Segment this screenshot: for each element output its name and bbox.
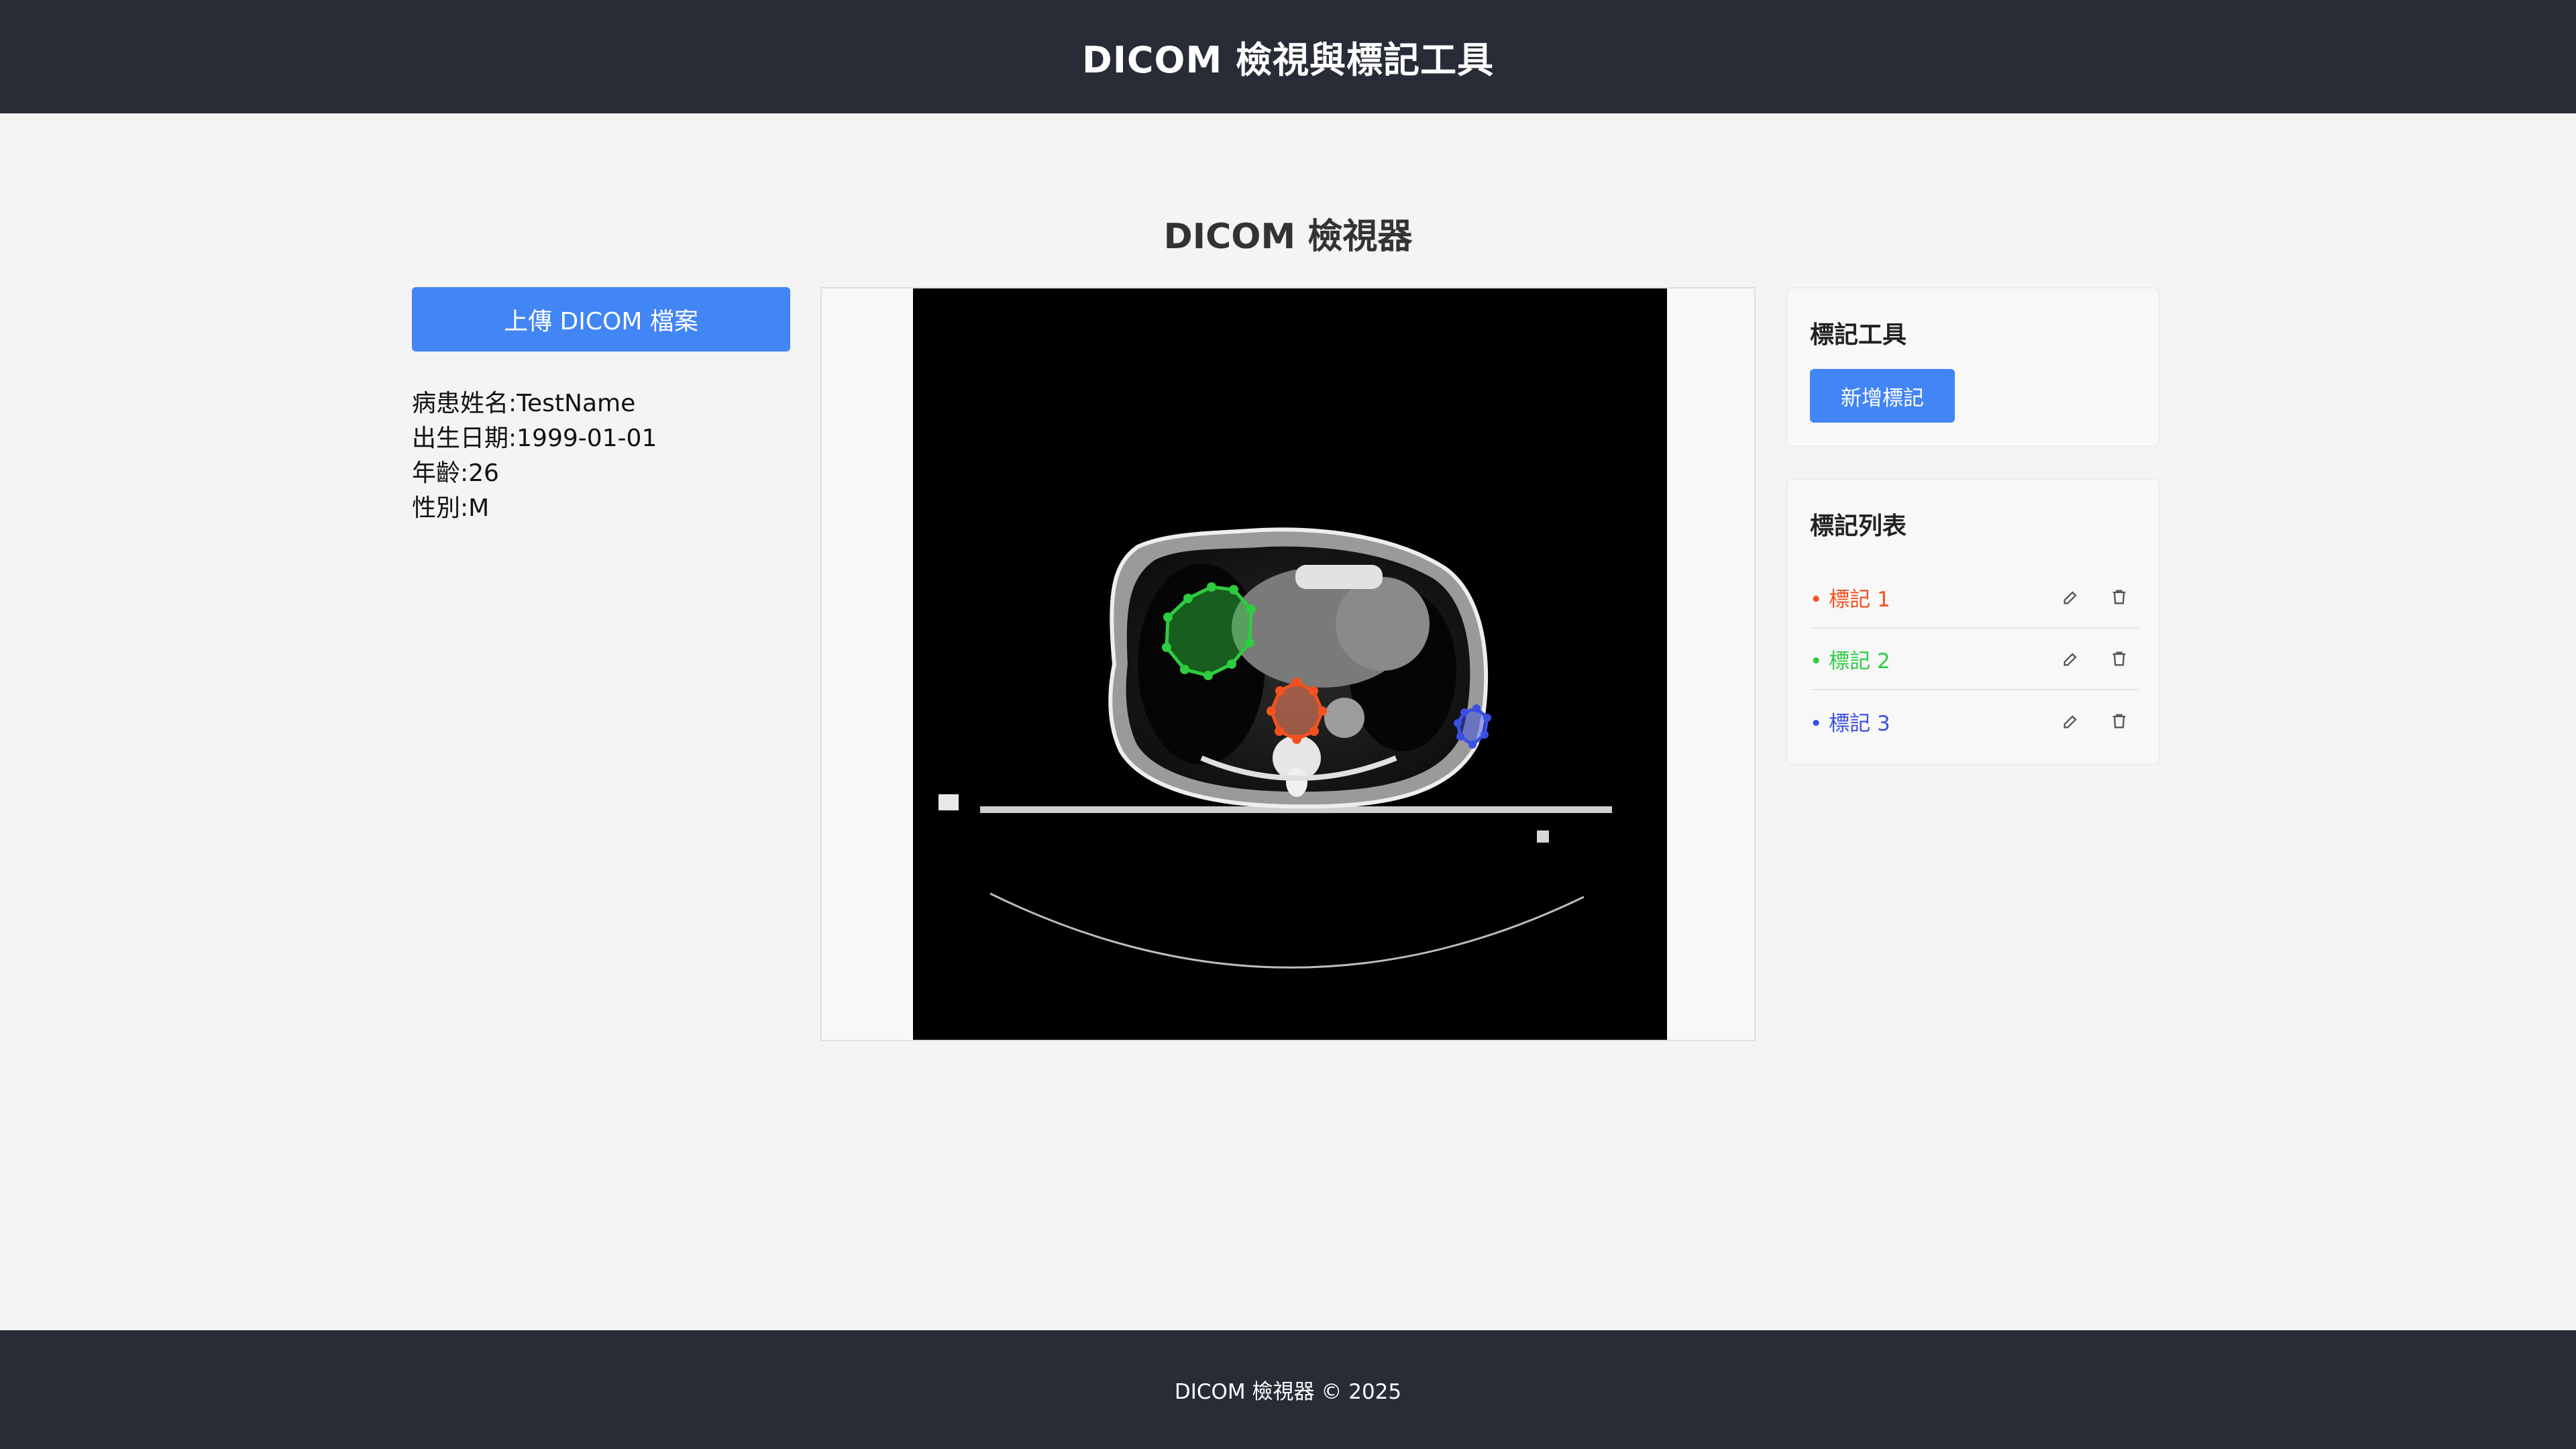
- annotation-list: • 標記 1 • 標記 2 • 標記 3: [1810, 567, 2139, 752]
- patient-sex: 性別:M: [412, 494, 490, 522]
- annotation-item-1[interactable]: • 標記 1: [1810, 567, 2139, 629]
- left-panel: 上傳 DICOM 檔案 病患姓名:TestName 出生日期:1999-01-0…: [412, 287, 790, 526]
- annotation-list-title: 標記列表: [1810, 513, 1907, 540]
- patient-birth-date: 出生日期:1999-01-01: [412, 425, 657, 452]
- dicom-canvas[interactable]: [913, 288, 1667, 1040]
- dicom-viewer[interactable]: [820, 287, 1756, 1041]
- footer-text: DICOM 檢視器 © 2025: [1174, 1380, 1402, 1404]
- annotation-label-2[interactable]: • 標記 2: [1810, 644, 1890, 674]
- trash-icon[interactable]: [2106, 708, 2132, 734]
- ct-image[interactable]: [913, 288, 1667, 1040]
- annotation-tools-panel: 標記工具 新增標記: [1786, 287, 2160, 447]
- annotation-label-1[interactable]: • 標記 1: [1810, 582, 1890, 612]
- edit-icon[interactable]: [2058, 584, 2084, 610]
- viewer-heading: DICOM 檢視器: [1163, 217, 1413, 257]
- patient-age: 年齡:26: [412, 460, 499, 487]
- ct-table: [938, 794, 1612, 969]
- upload-dicom-button[interactable]: 上傳 DICOM 檔案: [412, 287, 790, 352]
- trash-icon[interactable]: [2106, 584, 2132, 610]
- edit-icon[interactable]: [2058, 646, 2084, 672]
- trash-icon[interactable]: [2106, 646, 2132, 672]
- edit-icon[interactable]: [2058, 708, 2084, 734]
- app-footer: DICOM 檢視器 © 2025: [0, 1330, 2576, 1449]
- patient-info: 病患姓名:TestName 出生日期:1999-01-01 年齡:26 性別:M: [412, 386, 790, 526]
- annotation-list-panel: 標記列表 • 標記 1 • 標記 2 • 標記 3: [1786, 478, 2160, 765]
- annotation-item-3[interactable]: • 標記 3: [1810, 690, 2139, 752]
- app-header: DICOM 檢視與標記工具: [0, 0, 2576, 113]
- annotation-label-3[interactable]: • 標記 3: [1810, 706, 1890, 737]
- app-title: DICOM 檢視與標記工具: [1082, 39, 1494, 81]
- patient-name: 病患姓名:TestName: [412, 390, 636, 417]
- annotation-item-2[interactable]: • 標記 2: [1810, 629, 2139, 690]
- tools-title: 標記工具: [1810, 321, 1907, 349]
- ct-body: [1108, 527, 1489, 809]
- add-annotation-button[interactable]: 新增標記: [1810, 369, 1955, 423]
